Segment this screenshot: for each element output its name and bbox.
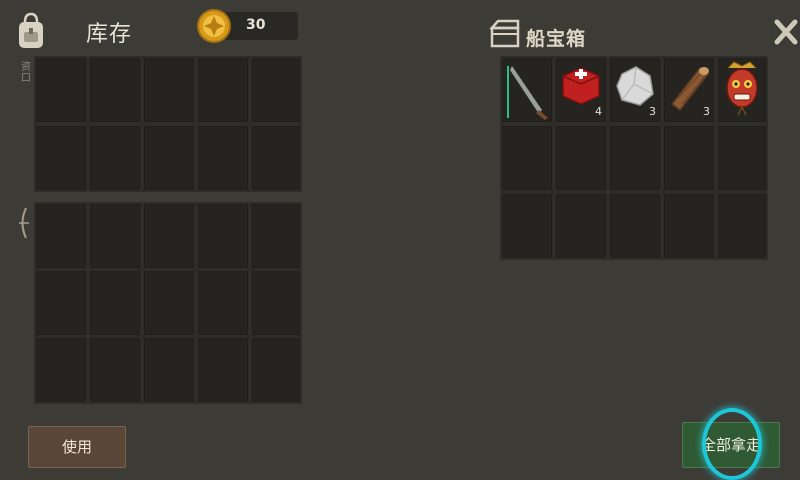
inventory-slot[interactable]	[90, 338, 140, 402]
chest-slot[interactable]	[664, 126, 714, 190]
chest-slot[interactable]	[556, 194, 606, 258]
item-count: 3	[703, 105, 710, 118]
item-count: 3	[649, 105, 656, 118]
item-count: 4	[595, 105, 602, 118]
inventory-slot[interactable]	[252, 338, 300, 402]
side-tab-label: 口	[21, 73, 31, 84]
chest-title: 船宝箱	[526, 28, 587, 50]
inventory-slot[interactable]	[36, 126, 86, 190]
chest-grid: 4 3 3	[500, 56, 768, 260]
use-button-label: 使用	[61, 438, 92, 456]
inventory-slot[interactable]	[144, 271, 194, 335]
inventory-slot[interactable]	[90, 58, 140, 122]
inventory-slot[interactable]	[198, 204, 248, 268]
inventory-slot[interactable]	[252, 204, 300, 268]
chest-slot[interactable]	[556, 126, 606, 190]
inventory-slot[interactable]	[36, 204, 86, 268]
inventory-slot[interactable]	[144, 204, 194, 268]
inventory-slot[interactable]	[36, 338, 86, 402]
chest-slot[interactable]: 3	[664, 58, 714, 122]
inventory-slot[interactable]	[90, 271, 140, 335]
inventory-hotbar-grid	[34, 56, 302, 192]
inventory-slot[interactable]	[252, 58, 300, 122]
chest-slot[interactable]: 3	[610, 58, 660, 122]
coin-value: 30	[246, 17, 266, 33]
tribal-mask-icon	[726, 61, 758, 116]
inventory-slot[interactable]	[198, 126, 248, 190]
use-button[interactable]: 使用	[28, 426, 126, 468]
coin-icon	[197, 9, 231, 43]
chest-icon	[489, 19, 520, 48]
inventory-slot[interactable]	[36, 58, 86, 122]
chest-slot[interactable]	[610, 126, 660, 190]
take-all-button-label: 全部拿走	[700, 436, 761, 454]
inventory-slot[interactable]	[36, 271, 86, 335]
side-tab-resources[interactable]: 资 口	[18, 62, 34, 84]
chest-slot[interactable]	[610, 194, 660, 258]
inventory-slot[interactable]	[90, 204, 140, 268]
chest-slot[interactable]: 4	[556, 58, 606, 122]
inventory-slot[interactable]	[252, 271, 300, 335]
inventory-title: 库存	[86, 22, 133, 47]
chest-slot[interactable]	[718, 194, 766, 258]
side-tab-label: 资	[21, 62, 31, 73]
medkit-icon	[562, 67, 600, 105]
chest-slot[interactable]	[502, 58, 552, 122]
inventory-slot[interactable]	[144, 126, 194, 190]
close-icon[interactable]	[774, 16, 798, 48]
chest-slot[interactable]	[664, 194, 714, 258]
chest-slot[interactable]	[502, 126, 552, 190]
inventory-slot[interactable]	[198, 58, 248, 122]
chest-slot[interactable]	[502, 194, 552, 258]
inventory-slot[interactable]	[198, 338, 248, 402]
weapon-tab-icon[interactable]	[17, 206, 31, 240]
backpack-icon	[19, 12, 43, 48]
stone-icon	[616, 66, 654, 106]
inventory-slot[interactable]	[198, 271, 248, 335]
take-all-button[interactable]: 全部拿走	[682, 422, 780, 468]
inventory-slot[interactable]	[144, 338, 194, 402]
inventory-bag-grid	[34, 202, 302, 404]
machete-icon	[507, 66, 548, 120]
inventory-slot[interactable]	[90, 126, 140, 190]
inventory-slot[interactable]	[144, 58, 194, 122]
chest-slot[interactable]	[718, 58, 766, 122]
inventory-slot[interactable]	[252, 126, 300, 190]
chest-slot[interactable]	[718, 126, 766, 190]
